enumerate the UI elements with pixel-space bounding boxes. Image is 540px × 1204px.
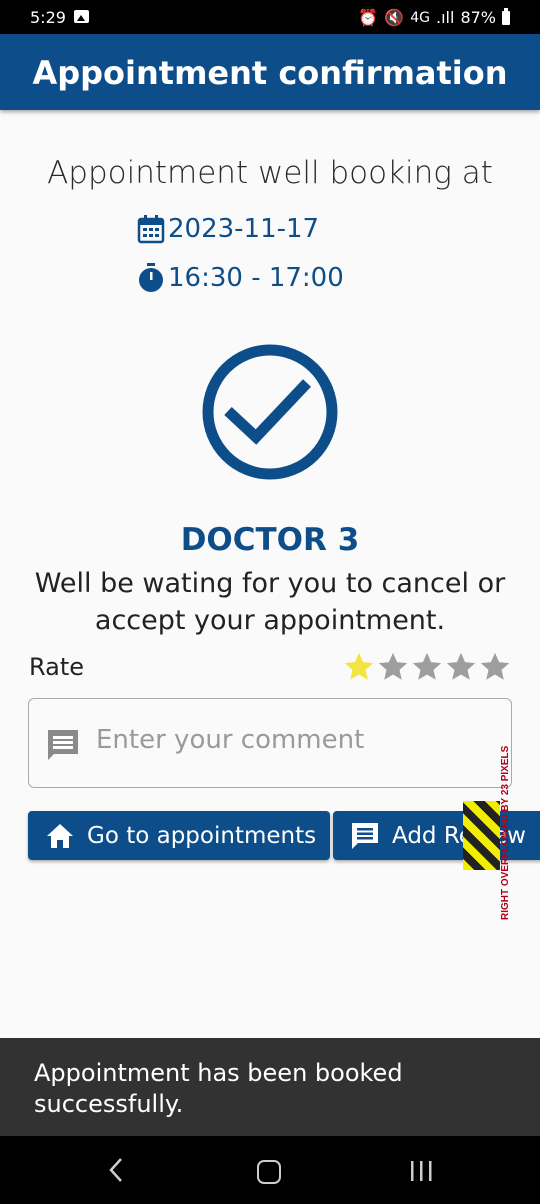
- system-nav-bar: [0, 1136, 540, 1204]
- appointment-time: 16:30 - 17:00: [168, 263, 344, 293]
- back-icon[interactable]: [108, 1156, 124, 1184]
- go-to-appointments-button[interactable]: Go to appointments: [28, 811, 330, 860]
- appointment-time-row: 16:30 - 17:00: [137, 262, 344, 294]
- status-icons: ⏰ 🔇 4G .ıll 87%: [358, 7, 510, 27]
- appointment-heading: Appointment well booking at: [47, 155, 493, 191]
- battery-icon: [502, 7, 510, 25]
- check-circle-icon: [202, 344, 338, 480]
- comment-icon: [48, 730, 78, 760]
- star-empty-icon[interactable]: [478, 650, 512, 684]
- status-time: 5:29: [30, 8, 66, 27]
- page-title: Appointment confirmation: [32, 54, 508, 92]
- comment-placeholder: Enter your comment: [96, 725, 365, 755]
- snackbar: Appointment has been booked successfully…: [0, 1038, 540, 1136]
- review-icon: [352, 822, 378, 849]
- alarm-icon: ⏰: [358, 8, 379, 27]
- network-type: 4G: [410, 9, 431, 26]
- go-to-appointments-label: Go to appointments: [87, 822, 317, 849]
- home-nav-icon[interactable]: [257, 1160, 281, 1184]
- star-empty-icon[interactable]: [410, 650, 444, 684]
- overflow-warning-text: RIGHT OVERFLOWED BY 23 PIXELS: [500, 745, 511, 920]
- calendar-icon: [137, 215, 165, 244]
- appointment-date: 2023-11-17: [168, 214, 320, 244]
- recent-apps-icon[interactable]: [409, 1160, 433, 1182]
- rating-stars[interactable]: [342, 650, 512, 684]
- battery-level: 87%: [460, 8, 496, 27]
- star-filled-icon[interactable]: [342, 650, 376, 684]
- stopwatch-icon: [139, 263, 163, 292]
- appointment-message: Well be wating for you to cancel or acce…: [34, 568, 506, 636]
- star-empty-icon[interactable]: [444, 650, 478, 684]
- snackbar-message: Appointment has been booked successfully…: [34, 1059, 403, 1118]
- status-bar: 5:29 ⏰ 🔇 4G .ıll 87%: [0, 0, 540, 34]
- star-empty-icon[interactable]: [376, 650, 410, 684]
- overflow-warning-stripes: [463, 801, 500, 870]
- comment-field[interactable]: Enter your comment: [28, 698, 512, 788]
- mute-icon: 🔇: [384, 8, 405, 27]
- doctor-name: DOCTOR 3: [180, 522, 360, 558]
- rate-label: Rate: [29, 653, 85, 681]
- home-icon: [47, 823, 73, 848]
- appointment-date-row: 2023-11-17: [137, 214, 319, 244]
- signal-icon: .ıll: [436, 8, 455, 27]
- image-notification-icon: [74, 10, 89, 23]
- app-bar: Appointment confirmation: [0, 34, 540, 110]
